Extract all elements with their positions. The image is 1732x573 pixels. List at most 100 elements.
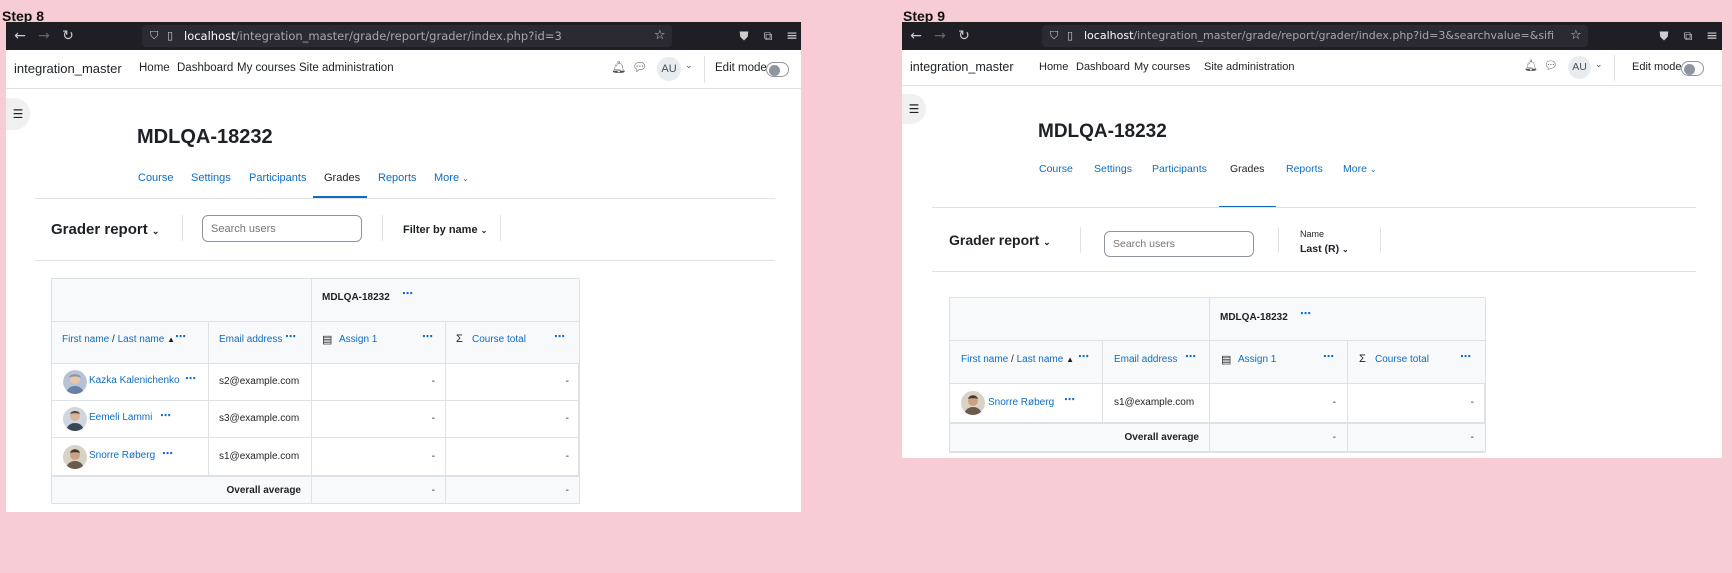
actions-menu-icon[interactable]: ⋯ bbox=[285, 330, 296, 343]
actions-menu-icon[interactable]: ⋯ bbox=[422, 330, 433, 343]
actions-menu-icon[interactable]: ⋯ bbox=[160, 409, 171, 422]
tab-reports[interactable]: Reports bbox=[378, 172, 417, 184]
grade-cell[interactable]: - bbox=[312, 364, 446, 401]
assign-1-link[interactable]: Assign 1 bbox=[1238, 354, 1276, 365]
report-selector[interactable]: Grader report ⌄ bbox=[949, 232, 1051, 248]
bell-icon[interactable]: 🔔︎ bbox=[1524, 59, 1538, 72]
student-name-link[interactable]: Snorre Røberg bbox=[988, 397, 1054, 408]
reload-icon[interactable]: ↻ bbox=[954, 22, 974, 50]
site-navbar: integration_master Home Dashboard My cou… bbox=[902, 50, 1722, 86]
tab-course[interactable]: Course bbox=[1039, 163, 1073, 175]
nav-my-courses[interactable]: My courses bbox=[237, 62, 296, 74]
actions-menu-icon[interactable]: ⋯ bbox=[175, 330, 186, 343]
tab-course[interactable]: Course bbox=[138, 172, 173, 184]
tab-more[interactable]: More ⌄ bbox=[434, 172, 469, 184]
bell-icon[interactable]: 🔔︎ bbox=[611, 60, 626, 74]
search-users-field[interactable] bbox=[203, 216, 361, 241]
grade-cell[interactable]: - bbox=[312, 401, 446, 438]
sort-last-name-link[interactable]: Last name bbox=[118, 334, 165, 345]
url-bar[interactable]: ⛉ ▯ localhost/integration_master/grade/r… bbox=[142, 25, 672, 47]
course-total-link[interactable]: Course total bbox=[1375, 354, 1429, 365]
tab-participants[interactable]: Participants bbox=[249, 172, 306, 184]
tab-settings[interactable]: Settings bbox=[1094, 163, 1132, 175]
tab-settings[interactable]: Settings bbox=[191, 172, 231, 184]
filter-by-name-button[interactable]: Filter by name ⌄ bbox=[403, 224, 487, 236]
pocket-icon[interactable]: ⛊ bbox=[1654, 22, 1674, 50]
nav-site-administration[interactable]: Site administration bbox=[1204, 61, 1295, 73]
tab-grades[interactable]: Grades bbox=[324, 172, 360, 184]
menu-icon[interactable]: ≡ bbox=[782, 22, 801, 50]
filter-by-name-button[interactable]: Last (R) ⌄ bbox=[1300, 243, 1349, 255]
email-value: s1@example.com bbox=[219, 451, 300, 462]
search-users-input[interactable] bbox=[1104, 231, 1254, 257]
back-arrow-icon[interactable]: ← bbox=[10, 22, 30, 50]
actions-menu-icon[interactable]: ⋯ bbox=[1323, 350, 1334, 363]
sort-first-name-link[interactable]: First name bbox=[961, 354, 1008, 365]
student-name-link[interactable]: Snorre Røberg bbox=[89, 450, 155, 461]
actions-menu-icon[interactable]: ⋯ bbox=[554, 330, 565, 343]
nav-dashboard[interactable]: Dashboard bbox=[177, 62, 233, 74]
edit-mode-toggle[interactable] bbox=[1681, 61, 1704, 76]
search-users-input[interactable] bbox=[202, 215, 362, 242]
actions-menu-icon[interactable]: ⋯ bbox=[162, 447, 173, 460]
sort-first-name-link[interactable]: First name bbox=[62, 334, 109, 345]
site-name[interactable]: integration_master bbox=[14, 61, 122, 76]
actions-menu-icon[interactable]: ⋯ bbox=[1078, 350, 1089, 363]
page-icon: ▯ bbox=[167, 29, 174, 42]
star-icon[interactable]: ☆ bbox=[654, 25, 666, 47]
actions-menu-icon[interactable]: ⋯ bbox=[1064, 393, 1075, 406]
chevron-down-icon: ⌄ bbox=[1043, 237, 1051, 247]
nav-site-administration[interactable]: Site administration bbox=[299, 62, 394, 74]
sort-last-name-link[interactable]: Last name bbox=[1017, 354, 1064, 365]
student-name-link[interactable]: Kazka Kalenichenko bbox=[89, 375, 180, 386]
drawer-index-icon[interactable]: ☰ bbox=[902, 94, 926, 124]
actions-menu-icon[interactable]: ⋯ bbox=[1460, 350, 1471, 363]
user-avatar[interactable]: AU bbox=[1568, 56, 1591, 79]
chat-icon[interactable]: 💬︎ bbox=[1544, 59, 1558, 72]
email-sort-link[interactable]: Email address bbox=[219, 334, 282, 345]
tab-more[interactable]: More ⌄ bbox=[1343, 163, 1377, 175]
actions-menu-icon[interactable]: ⋯ bbox=[402, 287, 413, 300]
actions-menu-icon[interactable]: ⋯ bbox=[1185, 350, 1196, 363]
drawer-index-icon[interactable]: ☰ bbox=[6, 98, 30, 130]
actions-menu-icon[interactable]: ⋯ bbox=[1300, 307, 1311, 320]
chevron-down-icon: ⌄ bbox=[480, 226, 488, 235]
header-blank-cell bbox=[950, 298, 1210, 341]
email-sort-link[interactable]: Email address bbox=[1114, 354, 1177, 365]
user-avatar[interactable]: AU bbox=[657, 57, 681, 81]
chevron-down-icon[interactable]: ⌄ bbox=[685, 61, 693, 71]
tab-participants[interactable]: Participants bbox=[1152, 163, 1207, 175]
total-column-header: Σ Course total ⋯ bbox=[1348, 341, 1486, 384]
chat-icon[interactable]: 💬︎ bbox=[632, 60, 647, 74]
edit-mode-toggle[interactable] bbox=[766, 62, 789, 77]
course-total-link[interactable]: Course total bbox=[472, 334, 526, 345]
extensions-icon[interactable]: ⧉ bbox=[1678, 22, 1698, 50]
actions-menu-icon[interactable]: ⋯ bbox=[185, 372, 196, 385]
back-arrow-icon[interactable]: ← bbox=[906, 22, 926, 50]
nav-dashboard[interactable]: Dashboard bbox=[1076, 61, 1130, 73]
chevron-down-icon[interactable]: ⌄ bbox=[1595, 60, 1603, 70]
nav-home[interactable]: Home bbox=[1039, 61, 1068, 73]
forward-arrow-icon[interactable]: → bbox=[34, 22, 54, 50]
star-icon[interactable]: ☆ bbox=[1570, 25, 1582, 47]
tab-grades[interactable]: Grades bbox=[1230, 163, 1264, 175]
site-name[interactable]: integration_master bbox=[910, 60, 1014, 74]
reload-icon[interactable]: ↻ bbox=[58, 22, 78, 50]
pocket-icon[interactable]: ⛊ bbox=[734, 22, 754, 50]
search-users-field[interactable] bbox=[1105, 232, 1253, 256]
overall-average-label-cell: Overall average bbox=[950, 423, 1210, 452]
nav-my-courses[interactable]: My courses bbox=[1134, 61, 1190, 73]
menu-icon[interactable]: ≡ bbox=[1702, 22, 1722, 50]
category-title: MDLQA-18232 bbox=[322, 292, 390, 303]
url-bar[interactable]: ⛉ ▯ localhost/integration_master/grade/r… bbox=[1042, 25, 1588, 47]
email-value: s1@example.com bbox=[1114, 397, 1195, 408]
report-selector[interactable]: Grader report ⌄ bbox=[51, 221, 159, 238]
extensions-icon[interactable]: ⧉ bbox=[758, 22, 778, 50]
nav-home[interactable]: Home bbox=[139, 62, 170, 74]
forward-arrow-icon[interactable]: → bbox=[930, 22, 950, 50]
grade-cell[interactable]: - bbox=[312, 438, 446, 476]
tab-reports[interactable]: Reports bbox=[1286, 163, 1323, 175]
student-name-link[interactable]: Eemeli Lammi bbox=[89, 412, 152, 423]
grade-cell[interactable]: - bbox=[1210, 384, 1348, 423]
assign-1-link[interactable]: Assign 1 bbox=[339, 334, 377, 345]
